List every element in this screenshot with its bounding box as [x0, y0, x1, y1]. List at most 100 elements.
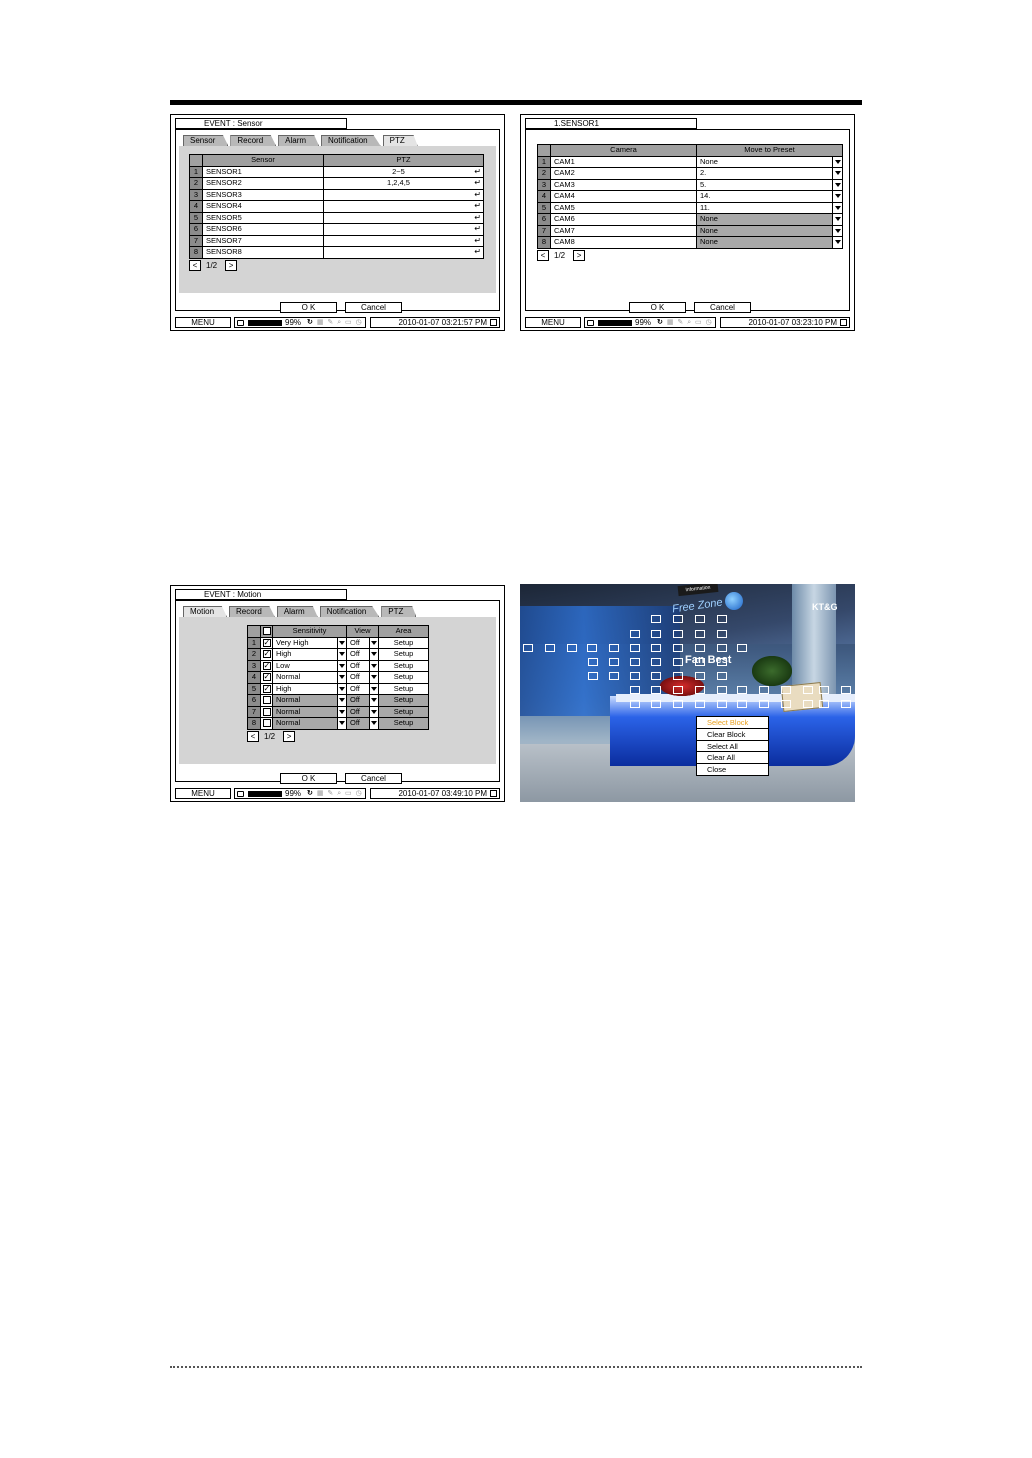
- sensitivity-value[interactable]: Normal: [272, 694, 338, 707]
- motion-block[interactable]: [609, 672, 619, 680]
- motion-block[interactable]: [673, 686, 683, 694]
- sensitivity-value[interactable]: Very High: [272, 636, 338, 649]
- ok-button[interactable]: O K: [629, 302, 686, 313]
- dropdown-arrow-icon[interactable]: [832, 179, 842, 190]
- preset-select[interactable]: 5.: [696, 178, 843, 191]
- enter-icon[interactable]: ↵: [474, 179, 481, 187]
- motion-block[interactable]: [717, 658, 727, 666]
- motion-block[interactable]: [673, 658, 683, 666]
- motion-block[interactable]: [695, 615, 705, 623]
- motion-block[interactable]: [819, 686, 829, 694]
- view-value[interactable]: Off: [346, 717, 370, 730]
- motion-block[interactable]: [695, 644, 705, 652]
- motion-block[interactable]: [630, 686, 640, 694]
- motion-block[interactable]: [737, 700, 747, 708]
- enable-checkbox[interactable]: ✓: [260, 659, 273, 672]
- ptz-cell[interactable]: 2~5 ↵: [323, 165, 484, 178]
- motion-block[interactable]: [630, 644, 640, 652]
- motion-block[interactable]: [717, 615, 727, 623]
- tab-notification[interactable]: Notification: [321, 135, 381, 146]
- dropdown-arrow-icon[interactable]: [832, 214, 842, 225]
- motion-block[interactable]: [673, 644, 683, 652]
- motion-block[interactable]: [695, 672, 705, 680]
- next-page-button[interactable]: >: [283, 731, 296, 742]
- menu-button[interactable]: MENU: [175, 317, 231, 328]
- view-value[interactable]: Off: [346, 705, 370, 718]
- enter-icon[interactable]: ↵: [474, 236, 481, 245]
- ok-button[interactable]: O K: [280, 302, 337, 313]
- dropdown-arrow-icon[interactable]: [337, 694, 347, 707]
- dropdown-arrow-icon[interactable]: [337, 717, 347, 730]
- ptz-cell[interactable]: ↵: [323, 188, 484, 201]
- dropdown-arrow-icon[interactable]: [832, 202, 842, 213]
- preset-select[interactable]: None: [696, 213, 843, 226]
- motion-block[interactable]: [630, 658, 640, 666]
- dropdown-arrow-icon[interactable]: [337, 636, 347, 649]
- enable-checkbox[interactable]: ✓: [260, 682, 273, 695]
- motion-block[interactable]: [819, 700, 829, 708]
- cancel-button[interactable]: Cancel: [345, 773, 402, 784]
- tab-ptz[interactable]: PTZ: [381, 606, 417, 617]
- enable-checkbox[interactable]: [260, 694, 273, 707]
- motion-block[interactable]: [737, 686, 747, 694]
- enter-icon[interactable]: ↵: [474, 167, 481, 176]
- motion-block[interactable]: [651, 672, 661, 680]
- motion-block[interactable]: [841, 700, 851, 708]
- tab-record[interactable]: Record: [230, 135, 277, 146]
- sensitivity-value[interactable]: Normal: [272, 671, 338, 684]
- motion-block[interactable]: [588, 658, 598, 666]
- enter-icon[interactable]: ↵: [474, 202, 481, 210]
- motion-block[interactable]: [587, 644, 597, 652]
- enter-icon[interactable]: ↵: [474, 248, 481, 256]
- dropdown-arrow-icon[interactable]: [369, 659, 379, 672]
- motion-block[interactable]: [630, 672, 640, 680]
- sensitivity-value[interactable]: Normal: [272, 717, 338, 730]
- view-value[interactable]: Off: [346, 659, 370, 672]
- ptz-cell[interactable]: ↵: [323, 246, 484, 259]
- area-setup-button[interactable]: Setup: [378, 671, 429, 684]
- dropdown-arrow-icon[interactable]: [832, 156, 842, 167]
- preset-select[interactable]: None: [696, 236, 843, 249]
- motion-block[interactable]: [781, 700, 791, 708]
- motion-block[interactable]: [803, 686, 813, 694]
- sensitivity-value[interactable]: High: [272, 648, 338, 661]
- tab-record[interactable]: Record: [229, 606, 275, 617]
- motion-block[interactable]: [673, 615, 683, 623]
- dropdown-arrow-icon[interactable]: [832, 191, 842, 202]
- view-value[interactable]: Off: [346, 648, 370, 661]
- view-value[interactable]: Off: [346, 694, 370, 707]
- preset-select[interactable]: 2.: [696, 167, 843, 180]
- motion-block[interactable]: [717, 630, 727, 638]
- select-all-checkbox[interactable]: [262, 627, 271, 636]
- menu-item-select-block[interactable]: Select Block: [697, 717, 768, 729]
- motion-block[interactable]: [717, 672, 727, 680]
- motion-block[interactable]: [630, 630, 640, 638]
- tab-ptz[interactable]: PTZ: [382, 135, 418, 146]
- enable-checkbox[interactable]: ✓: [260, 636, 273, 649]
- motion-block[interactable]: [717, 700, 727, 708]
- motion-block[interactable]: [759, 700, 769, 708]
- view-value[interactable]: Off: [346, 636, 370, 649]
- cancel-button[interactable]: Cancel: [694, 302, 751, 313]
- area-setup-button[interactable]: Setup: [378, 694, 429, 707]
- view-value[interactable]: Off: [346, 682, 370, 695]
- dropdown-arrow-icon[interactable]: [337, 671, 347, 684]
- preset-select[interactable]: 11.: [696, 201, 843, 214]
- dropdown-arrow-icon[interactable]: [369, 671, 379, 684]
- motion-block[interactable]: [673, 672, 683, 680]
- motion-block[interactable]: [781, 686, 791, 694]
- motion-block[interactable]: [737, 644, 747, 652]
- ptz-cell[interactable]: ↵: [323, 200, 484, 213]
- motion-block[interactable]: [630, 700, 640, 708]
- menu-item-clear-all[interactable]: Clear All: [697, 752, 768, 765]
- motion-block[interactable]: [567, 644, 577, 652]
- dropdown-arrow-icon[interactable]: [337, 648, 347, 661]
- menu-item-select-all[interactable]: Select All: [697, 741, 768, 753]
- prev-page-button[interactable]: <: [189, 260, 201, 271]
- motion-block[interactable]: [673, 700, 683, 708]
- dropdown-arrow-icon[interactable]: [369, 705, 379, 718]
- motion-block[interactable]: [673, 630, 683, 638]
- menu-button[interactable]: MENU: [175, 788, 231, 799]
- cancel-button[interactable]: Cancel: [345, 302, 402, 313]
- dropdown-arrow-icon[interactable]: [369, 717, 379, 730]
